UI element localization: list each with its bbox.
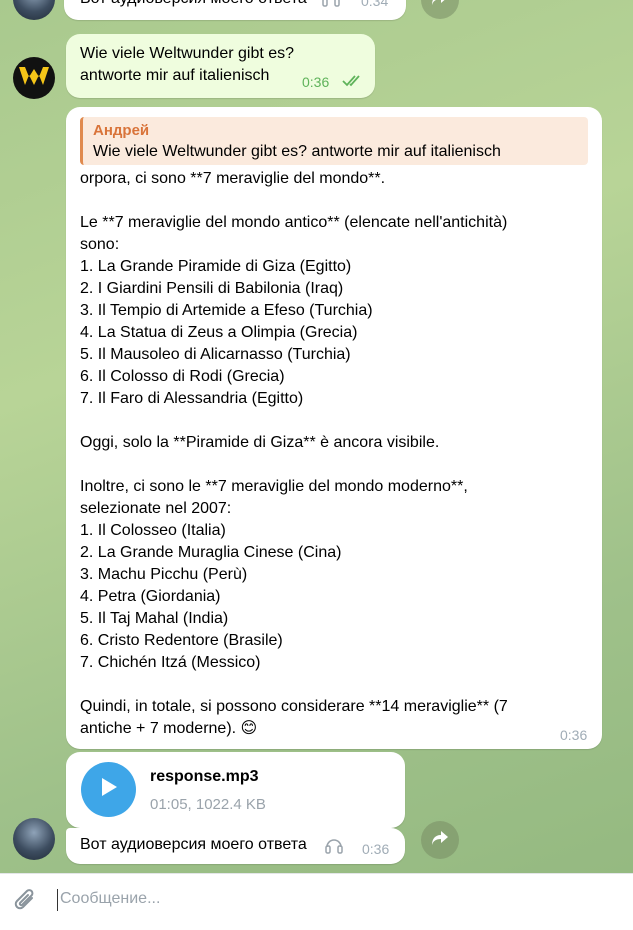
audio-meta: 01:05, 1022.4 KB [150,796,266,813]
forward-button-bottom[interactable] [421,821,459,859]
outgoing-message-time: 0:36 [302,74,330,90]
message-input[interactable]: Сообщение... [60,890,160,908]
forward-icon [431,0,449,11]
message-bubble-bottom[interactable]: Вот аудиоверсия моего ответа 0:36 [66,828,405,864]
reply-author: Андрей [93,122,150,139]
message-bubble-top[interactable]: Вот аудиоверсия моего ответа 0:34 [64,0,406,20]
chat-area: Вот аудиоверсия моего ответа 0:34 Wie vi… [0,0,633,873]
forward-icon [431,830,449,851]
quoted-reply[interactable]: Андрей Wie viele Weltwunder gibt es? ant… [80,117,588,165]
message-time: 0:36 [362,841,390,857]
message-time: 0:34 [361,0,389,9]
outgoing-message-text: Wie viele Weltwunder gibt es? antworte m… [80,45,295,84]
wu-logo-icon [17,63,51,94]
headphones-icon [324,835,344,860]
bot-avatar[interactable] [13,0,55,20]
play-icon [100,777,118,802]
play-button[interactable] [81,762,136,817]
user-avatar[interactable] [13,57,55,99]
bot-avatar[interactable] [13,818,55,860]
reply-quoted-text: Wie viele Weltwunder gibt es? antworte m… [93,143,501,160]
headphones-icon [321,0,341,13]
attach-icon[interactable] [13,887,39,920]
outgoing-message-bubble[interactable]: Wie viele Weltwunder gibt es? antworte m… [66,34,375,98]
message-input-bar: Сообщение... [0,873,633,930]
audio-filename: response.mp3 [150,768,259,785]
message-text: Вот аудиоверсия моего ответа [80,836,307,853]
reply-body-text: orpora, ci sono **7 meraviglie del mondo… [80,170,508,737]
forward-button-top[interactable] [421,0,459,19]
reply-message-time: 0:36 [560,727,588,743]
message-text: Вот аудиоверсия моего ответа [80,0,307,10]
double-check-icon [342,74,364,93]
text-caret [57,889,58,911]
